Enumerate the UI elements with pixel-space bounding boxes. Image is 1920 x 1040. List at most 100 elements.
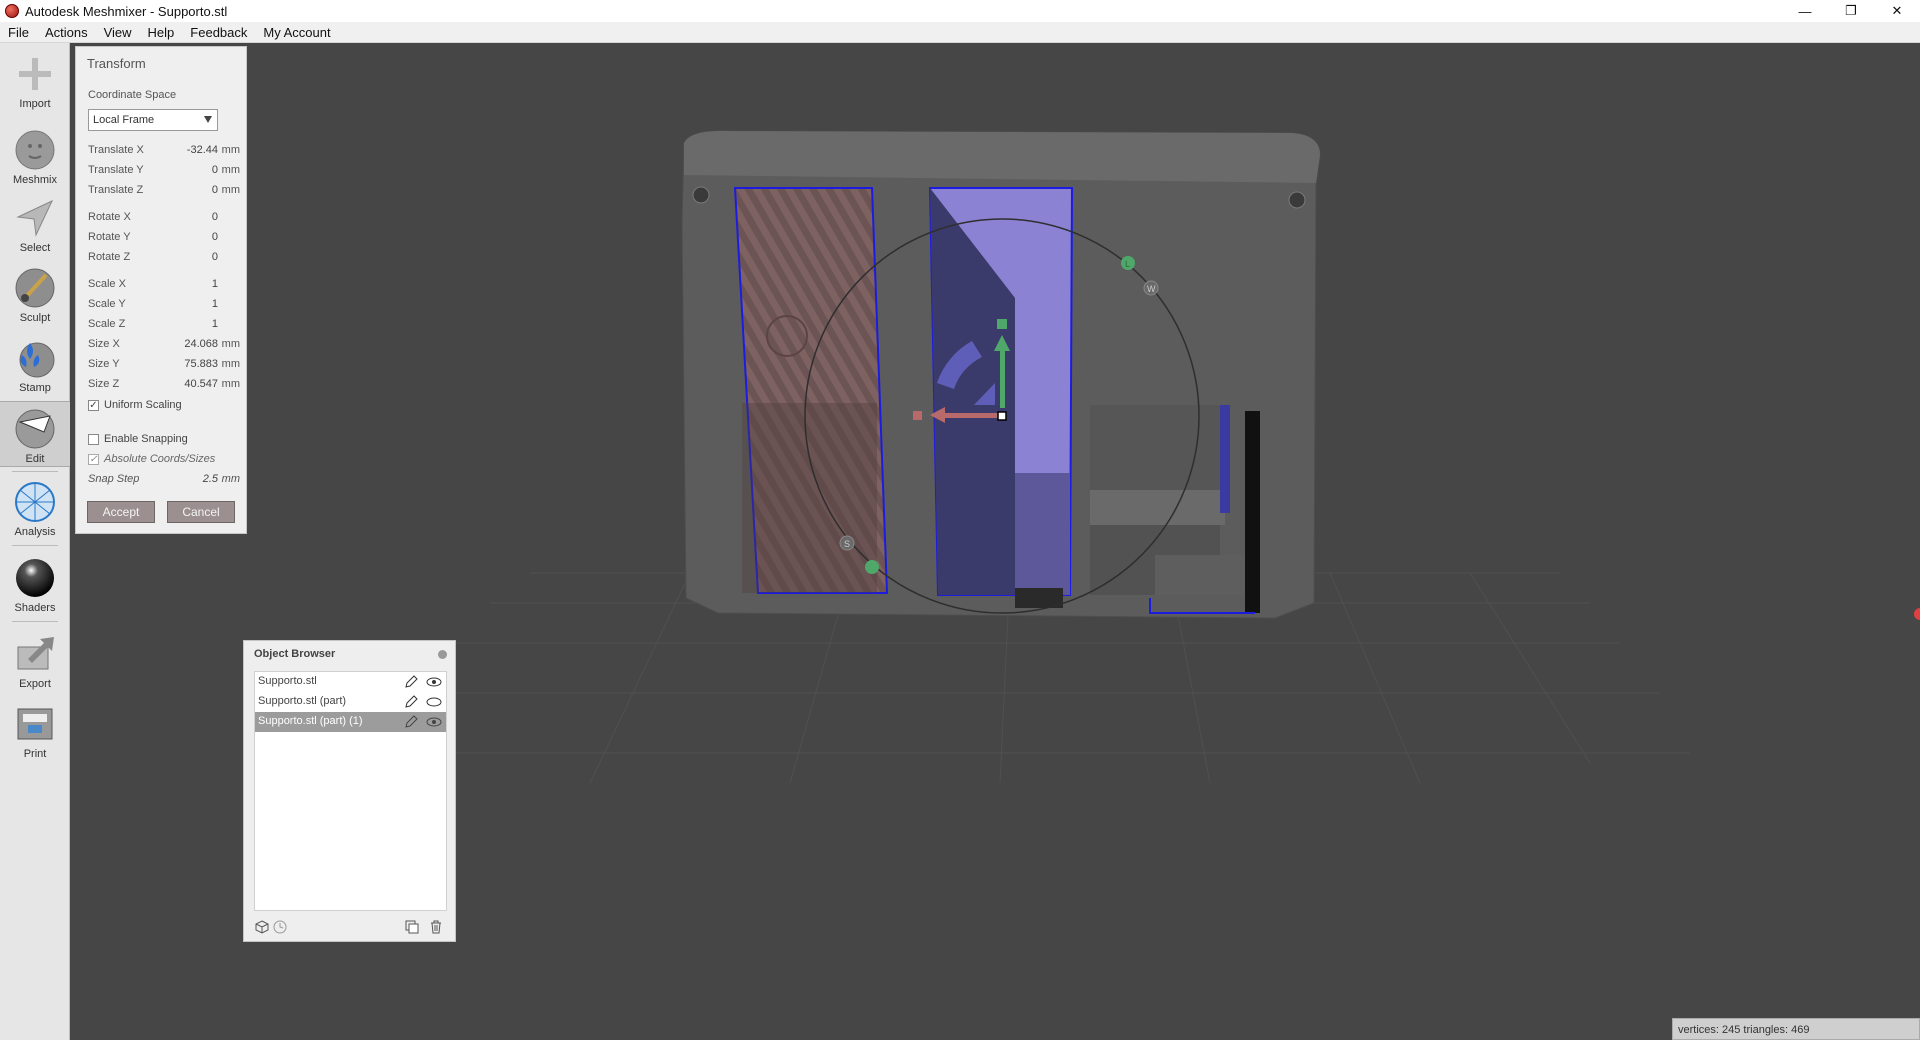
edit-pencil-icon[interactable] xyxy=(404,675,418,689)
duplicate-icon[interactable] xyxy=(404,919,420,935)
tool-edit[interactable]: Edit xyxy=(0,401,70,467)
gizmo-x-axis[interactable] xyxy=(940,413,1000,418)
field-label: Translate Z xyxy=(88,184,144,196)
gizmo-x-handle[interactable] xyxy=(913,411,922,420)
translate-x-row[interactable]: Translate X -32.44 mm xyxy=(88,144,240,160)
tool-export[interactable]: Export xyxy=(0,627,70,693)
menu-actions[interactable]: Actions xyxy=(37,25,96,40)
arrow-cursor-icon xyxy=(14,197,56,239)
field-unit: mm xyxy=(221,378,240,390)
gizmo-y-handle[interactable] xyxy=(997,319,1007,329)
uniform-scaling-checkbox[interactable]: ✓ Uniform Scaling xyxy=(88,399,182,411)
object-browser-panel: Object Browser Supporto.stl Supporto.stl… xyxy=(243,640,456,942)
screw-hole-left xyxy=(692,186,710,204)
tool-import[interactable]: Import xyxy=(0,47,70,113)
toolbar-divider xyxy=(12,621,58,622)
black-sphere-icon xyxy=(14,557,56,599)
size-x-value[interactable]: 24.068 xyxy=(184,338,218,350)
fleur-de-lis-icon xyxy=(14,337,56,379)
field-unit: mm xyxy=(221,338,240,350)
close-button[interactable]: ✕ xyxy=(1874,0,1920,22)
scale-x-value[interactable]: 1 xyxy=(212,278,218,290)
gizmo-y-axis[interactable] xyxy=(1000,348,1005,408)
rotate-z-value[interactable]: 0 xyxy=(212,251,218,263)
checkbox-label: Uniform Scaling xyxy=(104,399,182,411)
field-label: Size X xyxy=(88,338,120,350)
gizmo-s-label: S xyxy=(844,539,850,549)
eye-icon[interactable] xyxy=(426,715,442,729)
tool-label: Export xyxy=(19,678,51,690)
menu-file[interactable]: File xyxy=(0,25,37,40)
list-item-selected[interactable]: Supporto.stl (part) (1) xyxy=(255,712,446,732)
close-icon[interactable] xyxy=(438,650,447,659)
field-label: Rotate X xyxy=(88,211,131,223)
menu-my-account[interactable]: My Account xyxy=(255,25,338,40)
scale-y-row[interactable]: Scale Y 1 xyxy=(88,298,240,314)
tool-select[interactable]: Select xyxy=(0,191,70,257)
edit-pencil-icon[interactable] xyxy=(404,695,418,709)
translate-z-value[interactable]: 0 xyxy=(212,184,218,196)
field-label: Size Y xyxy=(88,358,120,370)
field-unit: mm xyxy=(221,144,240,156)
minimize-button[interactable]: — xyxy=(1782,0,1828,22)
size-z-value[interactable]: 40.547 xyxy=(184,378,218,390)
absolute-coords-checkbox[interactable]: ✓ Absolute Coords/Sizes xyxy=(88,453,215,465)
scale-z-value[interactable]: 1 xyxy=(212,318,218,330)
tool-meshmix[interactable]: Meshmix xyxy=(0,123,70,189)
object-browser-title: Object Browser xyxy=(254,648,336,660)
trash-icon[interactable] xyxy=(428,919,444,935)
tool-shaders[interactable]: Shaders xyxy=(0,551,70,617)
scale-y-value[interactable]: 1 xyxy=(212,298,218,310)
field-unit: mm xyxy=(221,358,240,370)
enable-snapping-checkbox[interactable]: Enable Snapping xyxy=(88,433,188,445)
coordinate-space-dropdown[interactable]: Local Frame xyxy=(88,109,218,131)
coordinate-space-label: Coordinate Space xyxy=(88,89,177,101)
edit-pencil-icon[interactable] xyxy=(404,715,418,729)
list-item[interactable]: Supporto.stl (part) xyxy=(255,692,446,712)
menu-help[interactable]: Help xyxy=(140,25,183,40)
translate-x-value[interactable]: -32.44 xyxy=(187,144,218,156)
checkmark-icon: ✓ xyxy=(88,453,99,465)
tool-label: Analysis xyxy=(14,526,56,538)
snap-step-row[interactable]: Snap Step 2.5 mm xyxy=(88,473,240,489)
part-left-shade xyxy=(742,403,877,593)
gizmo-center[interactable] xyxy=(997,411,1007,421)
menu-view[interactable]: View xyxy=(96,25,140,40)
checkbox-empty-icon xyxy=(88,433,99,445)
size-y-row[interactable]: Size Y 75.883 mm xyxy=(88,358,240,374)
scale-x-row[interactable]: Scale X 1 xyxy=(88,278,240,294)
eye-icon[interactable] xyxy=(426,695,442,709)
tool-stamp[interactable]: Stamp xyxy=(0,331,70,397)
object-browser-footer xyxy=(254,917,447,937)
tool-print[interactable]: Print xyxy=(0,697,70,763)
translate-y-value[interactable]: 0 xyxy=(212,164,218,176)
window-title: Autodesk Meshmixer - Supporto.stl xyxy=(25,3,228,19)
rotate-x-value[interactable]: 0 xyxy=(212,211,218,223)
model-right-wall xyxy=(1245,411,1260,613)
menu-feedback[interactable]: Feedback xyxy=(182,25,255,40)
gizmo-green-handle[interactable] xyxy=(865,560,879,574)
clock-icon[interactable] xyxy=(272,919,288,935)
eye-icon[interactable] xyxy=(426,675,442,689)
size-y-value[interactable]: 75.883 xyxy=(184,358,218,370)
checkbox-label: Enable Snapping xyxy=(104,433,188,445)
size-z-row[interactable]: Size Z 40.547 mm xyxy=(88,378,240,394)
list-item[interactable]: Supporto.stl xyxy=(255,672,446,692)
cancel-button[interactable]: Cancel xyxy=(167,501,235,523)
rotate-x-row[interactable]: Rotate X 0 xyxy=(88,211,240,227)
restore-button[interactable]: ❐ xyxy=(1828,0,1874,22)
field-unit: mm xyxy=(221,184,240,196)
brush-sphere-icon xyxy=(14,267,56,309)
tool-sculpt[interactable]: Sculpt xyxy=(0,261,70,327)
scale-z-row[interactable]: Scale Z 1 xyxy=(88,318,240,334)
rotate-z-row[interactable]: Rotate Z 0 xyxy=(88,251,240,267)
tool-analysis[interactable]: Analysis xyxy=(0,475,70,541)
rotate-y-value[interactable]: 0 xyxy=(212,231,218,243)
translate-y-row[interactable]: Translate Y 0 mm xyxy=(88,164,240,180)
snap-step-value[interactable]: 2.5 xyxy=(203,473,218,485)
rotate-y-row[interactable]: Rotate Y 0 xyxy=(88,231,240,247)
accept-button[interactable]: Accept xyxy=(87,501,155,523)
cube-icon[interactable] xyxy=(254,919,270,935)
size-x-row[interactable]: Size X 24.068 mm xyxy=(88,338,240,354)
translate-z-row[interactable]: Translate Z 0 mm xyxy=(88,184,240,200)
